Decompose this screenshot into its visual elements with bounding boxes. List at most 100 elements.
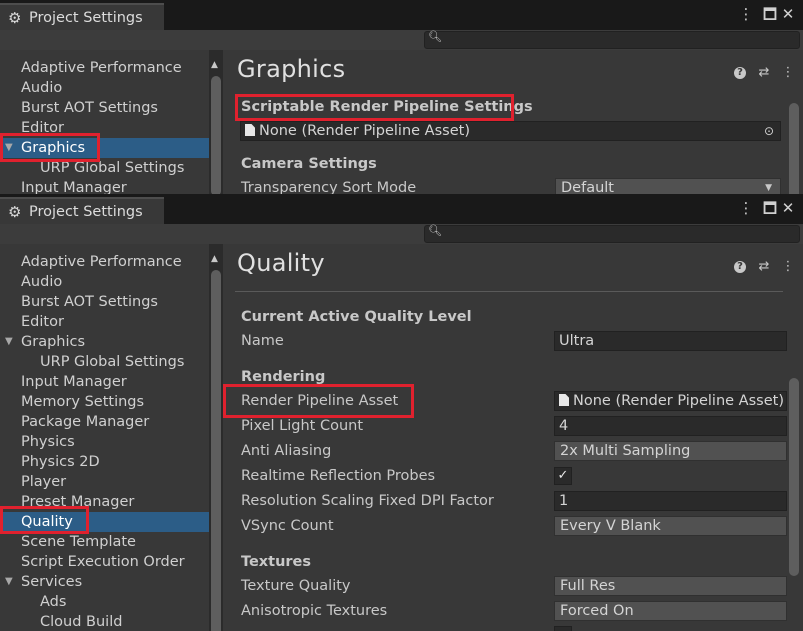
rendering-header: Rendering [241,369,326,385]
anisotropic-label: Anisotropic Textures [241,603,388,619]
texture-quality-label: Texture Quality [241,578,351,594]
sidebar-item[interactable]: Adaptive Performance [0,58,209,78]
sidebar-item-label: Services [21,574,83,590]
sidebar-item-label: Adaptive Performance [21,60,182,76]
sidebar-item[interactable]: Scene Template [0,532,209,552]
more-options-icon[interactable]: ⋮ [736,4,756,24]
sidebar-item-label: Audio [21,274,63,290]
sidebar-item[interactable]: Package Manager [0,412,209,432]
search-icon: 🔍︎ [428,224,442,237]
texture-quality-value: Full Res [560,578,616,594]
sidebar-item[interactable]: Editor [0,312,209,332]
camera-settings-header: Camera Settings [241,156,377,172]
toolbar: 🔍︎ [0,30,803,50]
sidebar-item[interactable]: Cloud Build [0,612,209,631]
sidebar-item-label: Input Manager [21,374,127,390]
sidebar-item[interactable]: Audio [0,78,209,98]
project-settings-window-quality: ⚙ Project Settings ⋮ 🗖 ✕ 🔍︎ Adaptive Per… [0,194,803,631]
separator [235,291,783,292]
preset-icon[interactable]: ⇄ [756,65,772,81]
expand-arrow-icon[interactable]: ▼ [5,332,13,352]
sidebar-item[interactable]: Adaptive Performance [0,252,209,272]
texture-quality-dropdown[interactable]: Full Res [554,576,787,596]
sidebar-item-label: URP Global Settings [40,354,185,370]
scroll-up-icon[interactable]: ▲ [211,60,218,70]
chevron-down-icon: ▼ [765,183,772,193]
anti-aliasing-dropdown[interactable]: 2x Multi Sampling [554,441,787,461]
sidebar-item[interactable]: Physics 2D [0,452,209,472]
sidebar-item[interactable]: Physics [0,432,209,452]
toolbar: 🔍︎ [0,224,803,244]
sidebar-item-label: Memory Settings [21,394,145,410]
title-bar: ⚙ Project Settings ⋮ 🗖 ✕ [0,194,803,224]
sidebar-item[interactable]: Script Execution Order [0,552,209,572]
sidebar-item-label: Physics 2D [21,454,100,470]
sidebar-scrollbar[interactable]: ▲ [209,244,223,631]
search-input[interactable]: 🔍︎ [424,224,800,243]
sidebar-item[interactable]: Burst AOT Settings [0,98,209,118]
vsync-dropdown[interactable]: Every V Blank [554,516,787,536]
maximize-icon[interactable]: 🗖 [760,4,780,24]
srp-asset-field[interactable]: None (Render Pipeline Asset) ⊙ [240,121,781,141]
expand-arrow-icon[interactable]: ▼ [5,572,13,592]
name-field[interactable]: Ultra [554,331,787,351]
sidebar-item-label: Input Manager [21,180,127,194]
sidebar-item[interactable]: Player [0,472,209,492]
scroll-thumb[interactable] [211,76,221,194]
sidebar-item[interactable]: ▼ Graphics [0,332,209,352]
page-title: Quality [237,249,325,277]
highlight-srp-header [235,94,514,121]
sidebar-item[interactable]: Burst AOT Settings [0,292,209,312]
pixel-light-field[interactable]: 4 [554,416,787,436]
title-bar: ⚙ Project Settings ⋮ 🗖 ✕ [0,0,803,30]
sidebar-item-label: Physics [21,434,75,450]
gear-icon: ⚙ [8,202,22,221]
resolution-scaling-field[interactable]: 1 [554,491,787,511]
realtime-reflection-checkbox[interactable]: ✓ [554,467,572,485]
sidebar-item-label: Cloud Build [40,614,123,630]
sidebar-item[interactable]: Audio [0,272,209,292]
more-options-icon[interactable]: ⋮ [780,65,796,81]
transparency-sort-dropdown[interactable]: Default ▼ [555,178,781,194]
help-icon[interactable]: ? [732,259,748,275]
highlight-render-pipeline [223,384,414,418]
vsync-label: VSync Count [241,518,334,534]
help-icon[interactable]: ? [732,65,748,81]
content-scroll-thumb[interactable] [789,103,799,194]
partial-checkbox[interactable] [554,626,572,631]
sidebar-item-label: Scene Template [21,534,136,550]
object-picker-icon[interactable]: ⊙ [764,122,774,140]
sidebar-item[interactable]: URP Global Settings [0,352,209,372]
content-scroll-thumb[interactable] [789,378,799,576]
sidebar-item-label: Burst AOT Settings [21,100,158,116]
search-input[interactable]: 🔍︎ [424,30,800,49]
close-icon[interactable]: ✕ [778,4,798,24]
pixel-light-label: Pixel Light Count [241,418,364,434]
scroll-up-icon[interactable]: ▲ [211,254,218,264]
more-options-icon[interactable]: ⋮ [780,259,796,275]
sidebar-item[interactable]: Input Manager [0,372,209,392]
scroll-thumb[interactable] [211,270,221,631]
window-tab[interactable]: ⚙ Project Settings [0,3,164,30]
name-label: Name [241,333,284,349]
maximize-icon[interactable]: 🗖 [760,198,780,218]
sidebar-scrollbar[interactable]: ▲ [209,50,223,194]
sidebar-item[interactable]: Ads [0,592,209,612]
sidebar-item-label: Editor [21,314,64,330]
search-icon: 🔍︎ [428,30,442,43]
anisotropic-dropdown[interactable]: Forced On [554,601,787,621]
close-icon[interactable]: ✕ [778,198,798,218]
settings-sidebar: Adaptive Performance Audio Burst AOT Setti… [0,244,209,631]
sidebar-item[interactable]: ▼ Services [0,572,209,592]
window-title: Project Settings [29,9,143,26]
sidebar-item[interactable]: Memory Settings [0,392,209,412]
anti-aliasing-value: 2x Multi Sampling [560,443,691,459]
window-tab[interactable]: ⚙ Project Settings [0,197,164,224]
render-pipeline-field[interactable]: None (Render Pipeline Asset) [554,391,787,411]
preset-icon[interactable]: ⇄ [756,259,772,275]
vsync-value: Every V Blank [560,518,661,534]
more-options-icon[interactable]: ⋮ [736,198,756,218]
sidebar-item[interactable]: Input Manager [0,178,209,194]
anisotropic-value: Forced On [560,603,634,619]
sidebar-item-label: Burst AOT Settings [21,294,158,310]
